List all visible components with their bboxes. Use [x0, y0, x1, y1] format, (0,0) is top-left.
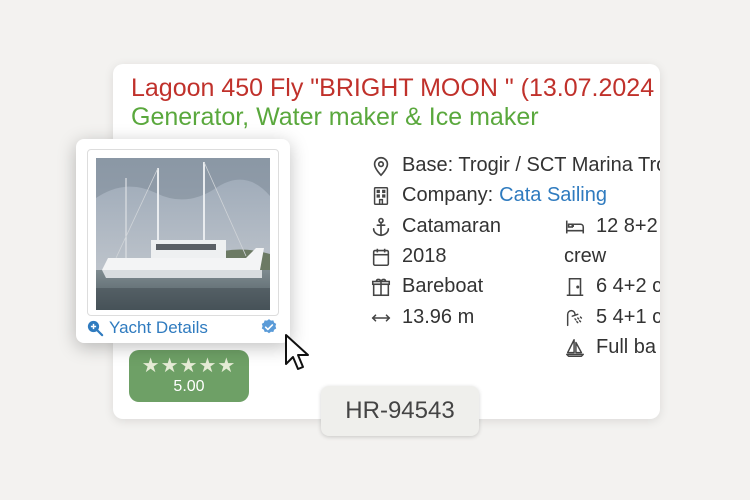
gift-icon	[371, 278, 391, 296]
calendar-icon	[372, 248, 390, 266]
anchor-icon	[372, 217, 390, 236]
zoom-in-icon	[87, 320, 104, 337]
spec-charter: Bareboat	[370, 275, 483, 298]
yacht-preview-popup: Yacht Details	[76, 139, 290, 343]
type-text: Catamaran	[402, 215, 501, 237]
charter-text: Bareboat	[402, 275, 484, 297]
spec-base: Base: Trogir / SCT Marina Tro	[370, 154, 660, 177]
sailboat-icon	[566, 338, 584, 357]
spec-berths-extra: crew	[564, 245, 606, 268]
sail-text: Full ba	[596, 336, 657, 358]
heads-text: 5 4+1 c	[596, 306, 660, 328]
yacht-id-badge: HR-94543	[321, 386, 479, 436]
yacht-details-label: Yacht Details	[109, 318, 208, 337]
shower-icon	[566, 309, 583, 326]
yacht-photo	[96, 158, 270, 310]
rating-badge: ★★★★★ 5.00	[129, 350, 249, 402]
berths-extra-text: crew	[564, 245, 607, 267]
company-link[interactable]: Cata Sailing	[499, 184, 607, 207]
length-text: 13.96 m	[402, 306, 475, 328]
spec-berths: 12 8+2	[564, 215, 658, 238]
year-text: 2018	[402, 245, 447, 267]
arrows-horizontal-icon	[371, 313, 391, 322]
building-icon	[373, 186, 389, 205]
spec-length: 13.96 m	[370, 306, 474, 329]
rating-stars: ★★★★★	[141, 355, 237, 377]
mouse-pointer-icon	[285, 334, 309, 370]
spec-cabins: 6 4+2 c	[564, 275, 660, 298]
cabins-text: 6 4+2 c	[596, 275, 660, 297]
rating-score: 5.00	[173, 378, 205, 395]
spec-heads: 5 4+1 c	[564, 306, 660, 329]
company-label: Company:	[402, 184, 494, 206]
bed-icon	[565, 220, 585, 233]
door-icon	[566, 277, 584, 296]
spec-year: 2018	[370, 245, 447, 268]
berths-text: 12 8+2	[596, 215, 658, 237]
spec-company: Company: Cata Sailing	[370, 184, 607, 207]
verified-badge-icon	[261, 319, 277, 334]
spec-type: Catamaran	[370, 215, 501, 238]
base-text: Base: Trogir / SCT Marina Tro	[402, 154, 660, 176]
spec-sail: Full ba	[564, 336, 656, 359]
location-pin-icon	[373, 156, 389, 176]
listing-subtitle: Generator, Water maker & Ice maker	[131, 103, 539, 131]
yacht-details-link[interactable]: Yacht Details	[86, 318, 208, 338]
listing-title[interactable]: Lagoon 450 Fly "BRIGHT MOON " (13.07.202…	[131, 74, 654, 103]
yacht-photo-frame[interactable]	[87, 149, 279, 316]
